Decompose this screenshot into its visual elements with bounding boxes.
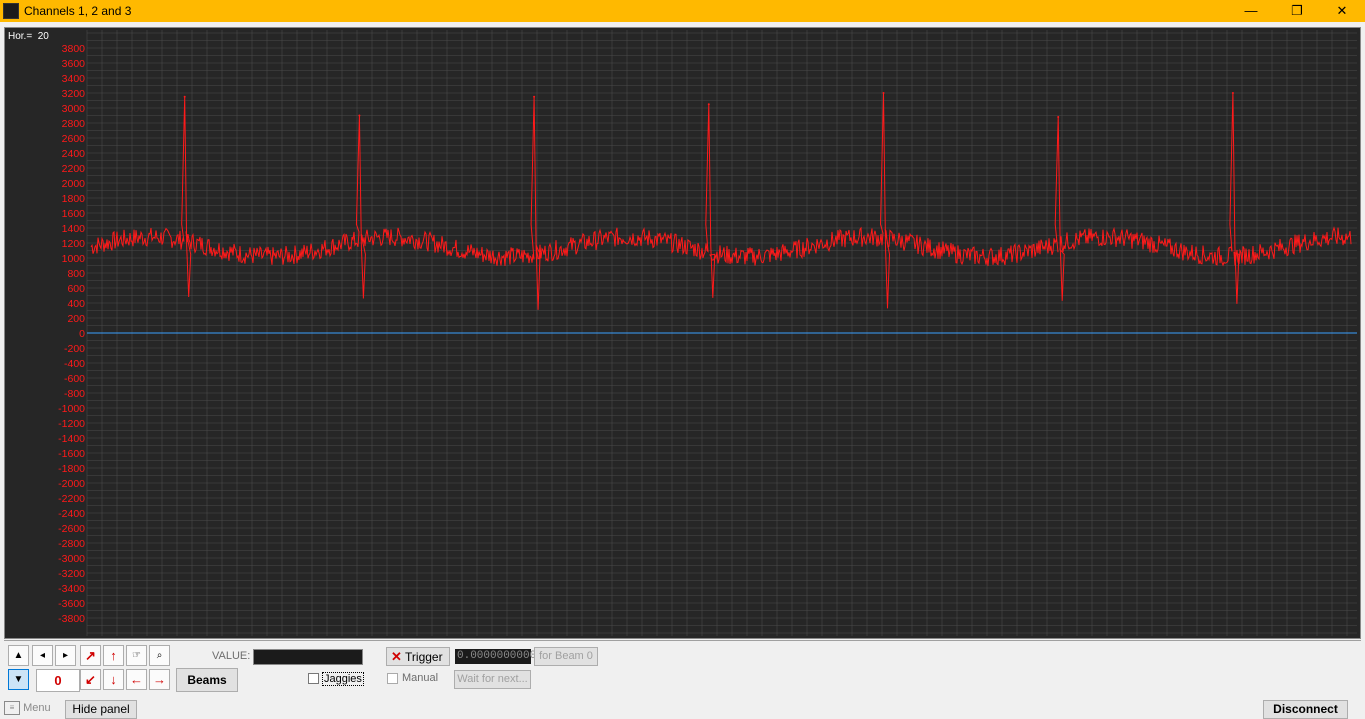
signal-peak-point: [1231, 92, 1234, 94]
manual-checkbox[interactable]: [387, 673, 398, 684]
y-tick-label: 3600: [62, 58, 86, 70]
menu-icon: ≡: [4, 701, 20, 715]
arrow-right-icon[interactable]: →: [149, 669, 170, 690]
value-label: VALUE:: [212, 650, 251, 662]
scroll-up-button[interactable]: ▲: [8, 645, 29, 666]
close-button[interactable]: ✕: [1319, 0, 1365, 22]
maximize-button[interactable]: ❐: [1274, 0, 1320, 22]
y-tick-label: -3400: [58, 583, 85, 595]
scroll-left-button[interactable]: ◂: [32, 645, 53, 666]
signal-peak-point: [533, 95, 536, 98]
y-tick-label: 1800: [62, 193, 86, 205]
disconnect-button[interactable]: Disconnect: [1263, 700, 1348, 719]
trigger-x-icon: ✕: [391, 649, 402, 664]
signal-peak-point: [707, 103, 710, 106]
y-tick-label: -3000: [58, 553, 85, 565]
control-panel: ▲ ▼ ◂ ▸ 0 ↗ ↑ ☞ ⌕ ↙ ↓ ← → Beams VALUE: J…: [4, 640, 1361, 696]
trigger-label: Trigger: [405, 650, 443, 664]
for-beam-button[interactable]: for Beam 0: [534, 647, 598, 666]
y-tick-label: 400: [67, 298, 85, 310]
y-tick-label: 3400: [62, 73, 86, 85]
beam-index-box[interactable]: 0: [36, 669, 80, 692]
y-tick-label: -600: [64, 373, 85, 385]
signal-peak-point: [358, 114, 361, 117]
window-title: Channels 1, 2 and 3: [24, 4, 132, 18]
y-tick-label: -200: [64, 343, 85, 355]
y-tick-label: -2000: [58, 478, 85, 490]
y-tick-label: 1400: [62, 223, 86, 235]
bottom-bar: ≡ Menu Hide panel Disconnect: [0, 699, 1365, 719]
manual-label: Manual: [402, 672, 439, 684]
jaggies-label[interactable]: Jaggies: [322, 672, 364, 686]
app-icon: [3, 3, 19, 19]
y-tick-label: -2200: [58, 493, 85, 505]
title-bar: Channels 1, 2 and 3 — ❐ ✕: [0, 0, 1365, 22]
y-tick-label: 600: [67, 283, 85, 295]
y-tick-label: 2800: [62, 118, 86, 130]
y-tick-label: -2800: [58, 538, 85, 550]
arrow-down-icon[interactable]: ↓: [103, 669, 124, 690]
hor-value: 20: [37, 31, 49, 42]
y-tick-label: 2600: [62, 133, 86, 145]
signal-peak-point: [1057, 116, 1060, 118]
scroll-down-button[interactable]: ▼: [8, 669, 29, 690]
arrow-up-icon[interactable]: ↑: [103, 645, 124, 666]
y-tick-label: 3000: [62, 103, 86, 115]
y-tick-label: 200: [67, 313, 85, 325]
value-field: [253, 649, 363, 665]
signal-series: [90, 92, 1352, 310]
y-tick-label: 3800: [62, 43, 86, 55]
arrow-left-icon[interactable]: ←: [126, 669, 147, 690]
y-tick-label: -2600: [58, 523, 85, 535]
y-tick-label: 2400: [62, 148, 86, 160]
horizontal-scale-label: Hor.= 20: [8, 31, 49, 42]
minimize-button[interactable]: —: [1228, 0, 1274, 22]
y-tick-label: -800: [64, 388, 85, 400]
wait-for-next-button[interactable]: Wait for next...: [454, 670, 531, 689]
y-tick-label: -400: [64, 358, 85, 370]
menu-button[interactable]: ≡ Menu: [4, 701, 58, 718]
y-tick-label: 2000: [62, 178, 86, 190]
y-tick-label: 2200: [62, 163, 86, 175]
y-tick-label: -1400: [58, 433, 85, 445]
hand-pointer-icon[interactable]: ☞: [126, 645, 147, 666]
trigger-value-field[interactable]: 0.0000000000: [455, 649, 536, 664]
signal-peak-point: [882, 92, 885, 94]
y-tick-label: -3200: [58, 568, 85, 580]
zoom-icon[interactable]: ⌕: [149, 645, 170, 666]
y-tick-label: -3600: [58, 598, 85, 610]
signal-peak-point: [183, 95, 186, 98]
y-tick-label: 3200: [62, 88, 86, 100]
hide-panel-button[interactable]: Hide panel: [65, 700, 137, 719]
y-tick-label: -1200: [58, 418, 85, 430]
arrow-up-right-icon[interactable]: ↗: [80, 645, 101, 666]
scroll-right-button[interactable]: ▸: [55, 645, 76, 666]
menu-label: Menu: [23, 701, 51, 714]
y-tick-label: -1800: [58, 463, 85, 475]
y-tick-label: 1000: [62, 253, 86, 265]
y-tick-label: -1600: [58, 448, 85, 460]
y-tick-label: 1200: [62, 238, 86, 250]
y-tick-label: -1000: [58, 403, 85, 415]
y-tick-label: -2400: [58, 508, 85, 520]
y-tick-label: 1600: [62, 208, 86, 220]
y-tick-label: 0: [79, 328, 85, 340]
plot-canvas[interactable]: 3800360034003200300028002600240022002000…: [5, 28, 1360, 638]
y-tick-label: -3800: [58, 613, 85, 625]
hor-label-text: Hor.=: [8, 31, 33, 42]
trigger-button[interactable]: ✕ Trigger: [386, 647, 450, 666]
y-tick-label: 800: [67, 268, 85, 280]
beams-button[interactable]: Beams: [176, 668, 238, 692]
arrow-down-left-icon[interactable]: ↙: [80, 669, 101, 690]
oscilloscope-plot[interactable]: 3800 3600 3400 3200 3000 2800 2600 2400 2200 2000…: [4, 27, 1361, 639]
jaggies-checkbox[interactable]: [308, 673, 319, 684]
